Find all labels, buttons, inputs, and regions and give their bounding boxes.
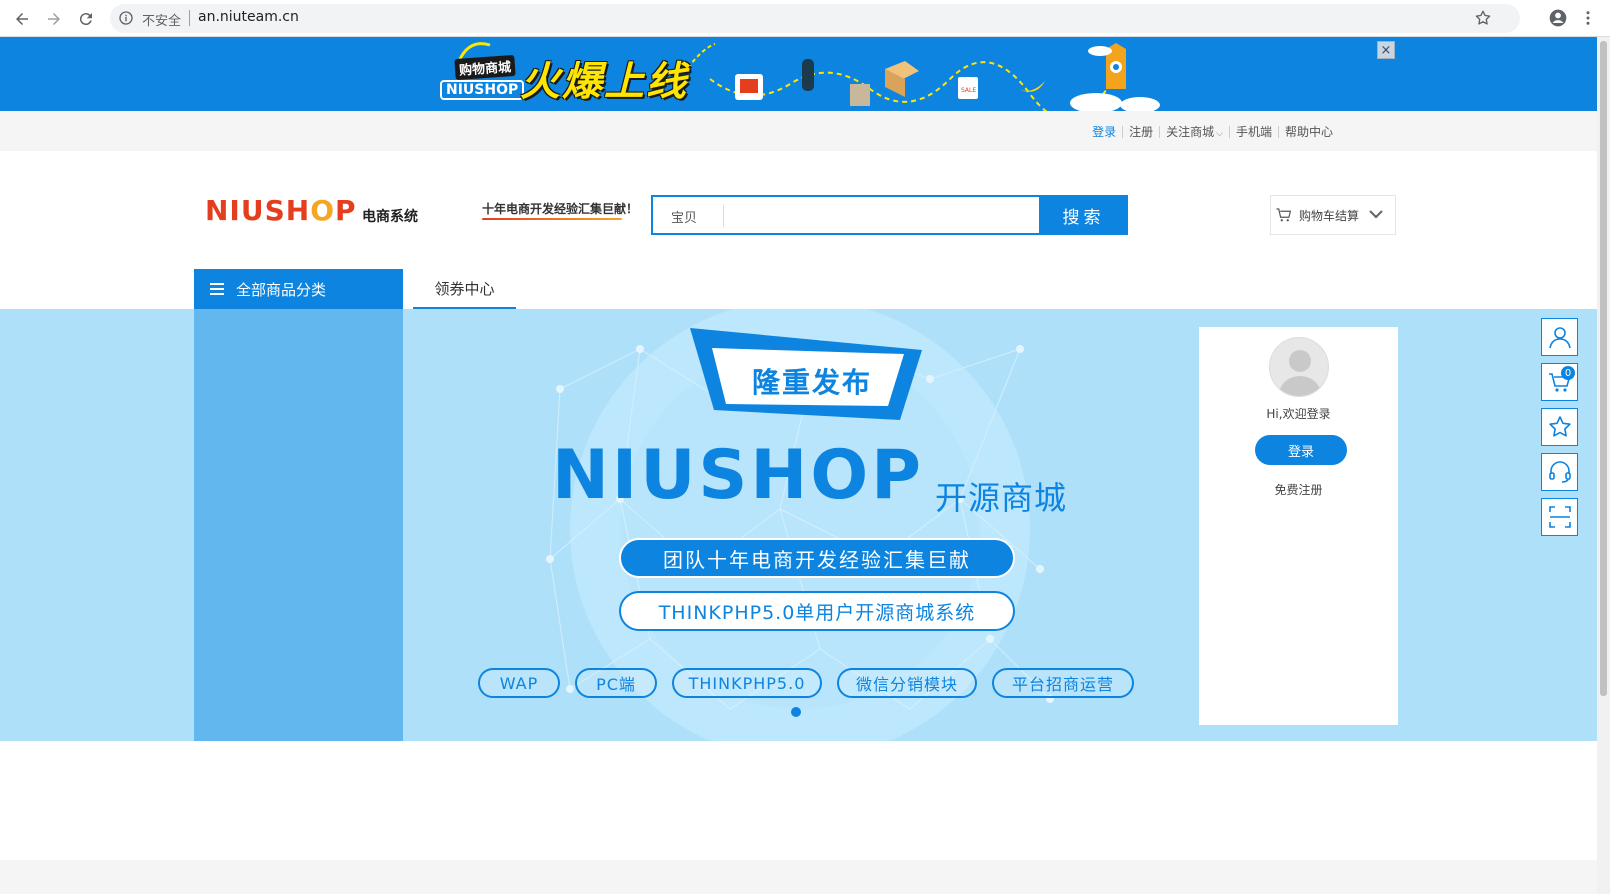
browser-toolbar: 不安全 an.niuteam.cn [0,0,1610,37]
slogan-underline [482,218,622,220]
feature-tag: PC端 [575,668,657,698]
site-logo[interactable]: NIUSHOP [205,194,357,227]
side-user-button[interactable] [1541,318,1578,356]
release-badge-text: 隆重发布 [752,366,873,399]
top-links: 登录 注册 关注商城 ⌵ 手机端 帮助中心 [1086,123,1339,140]
info-icon[interactable] [118,10,134,26]
chevron-down-icon [1367,205,1391,226]
headset-icon [1548,461,1571,483]
feature-tag: WAP [478,668,560,698]
logo-main: NIUSH [205,194,311,227]
footer-strip [0,860,1597,894]
side-service-button[interactable] [1541,453,1578,491]
chevron-down-icon: ⌵ [1216,129,1223,139]
side-cart-button[interactable]: 0 [1541,363,1578,401]
avatar [1269,337,1329,397]
cart-checkout-button[interactable]: 购物车结算 [1270,195,1396,235]
insecure-label: 不安全 [142,14,182,29]
mobile-link[interactable]: 手机端 [1230,123,1278,140]
arrow-left-icon [16,13,28,25]
profile-button[interactable] [1548,8,1568,28]
banner-headline: 火爆上线 [520,59,688,105]
hero-tagline-filled: 团队十年电商开发经验汇集巨献 [619,538,1015,578]
banner-brand-label: NIUSHOP [440,80,525,100]
hero-carousel[interactable]: 隆重发布 NIUSHOP 开源商城 团队十年电商开发经验汇集巨献 THINKPH… [0,309,1597,741]
promo-banner[interactable]: SALE 购物商城 NIUSHOP 火爆上线 × [0,37,1597,111]
category-sidebar-panel [194,309,403,741]
cart-count-badge: 0 [1561,366,1575,380]
svg-text:SALE: SALE [961,87,976,94]
page-viewport: SALE 购物商城 NIUSHOP 火爆上线 × 登录 注册 关注商城 ⌵ 手机端… [0,37,1597,894]
follow-store-link[interactable]: 关注商城 ⌵ [1160,123,1229,140]
hero-brand-subtitle: 开源商城 [935,479,1068,517]
forward-button[interactable] [42,7,66,31]
top-register-link[interactable]: 注册 [1123,123,1159,140]
close-banner-button[interactable]: × [1377,41,1395,59]
logo-subtitle: 电商系统 [362,209,418,225]
logo-p: P [335,194,357,227]
close-icon: × [1380,42,1392,58]
cart-checkout-label: 购物车结算 [1298,208,1359,223]
account-circle-icon [1549,9,1567,27]
hero-brand: NIUSHOP [552,436,924,515]
url-text[interactable]: an.niuteam.cn [198,9,299,25]
reload-button[interactable] [74,7,98,31]
login-card: Hi,欢迎登录 登录 免费注册 [1199,327,1398,725]
browser-menu-button[interactable] [1578,8,1598,28]
scan-icon [1548,506,1571,528]
banner-small-label: 购物商城 [454,54,516,81]
cart-icon [1276,208,1292,222]
free-register-link[interactable]: 免费注册 [1199,481,1398,498]
more-vertical-icon [1586,11,1590,25]
carousel-dot[interactable] [791,707,801,717]
search-divider [723,205,724,227]
user-icon [1548,327,1571,349]
follow-store-label: 关注商城 [1166,125,1215,139]
menu-icon [210,283,224,295]
search-category[interactable]: 宝贝 [671,207,697,226]
welcome-text: Hi,欢迎登录 [1266,407,1331,421]
address-bar[interactable]: 不安全 an.niuteam.cn [110,4,1520,33]
reload-icon [79,13,92,26]
top-login-link[interactable]: 登录 [1086,123,1122,140]
login-button[interactable]: 登录 [1255,435,1347,465]
bookmark-star-icon[interactable] [1474,9,1492,27]
hero-tagline-outline: THINKPHP5.0单用户开源商城系统 [619,591,1015,631]
top-links-bar: 登录 注册 关注商城 ⌵ 手机端 帮助中心 [0,111,1597,151]
all-categories-label: 全部商品分类 [236,280,327,299]
header-slogan: 十年电商开发经验汇集巨献！ [482,202,639,216]
page-scrollbar[interactable] [1597,37,1610,894]
feature-tag: THINKPHP5.0 [672,668,822,698]
user-avatar-icon [1278,350,1322,396]
feature-tag: 微信分销模块 [837,668,977,698]
scrollbar-thumb[interactable] [1600,41,1607,696]
logo-o: O [310,194,335,227]
back-button[interactable] [10,7,34,31]
help-center-link[interactable]: 帮助中心 [1279,123,1339,140]
arrow-right-icon [48,13,60,25]
tab-coupon-center[interactable]: 领券中心 [413,269,516,309]
omnibox-divider [189,10,190,26]
side-favorites-button[interactable] [1541,408,1578,446]
star-icon [1548,416,1571,437]
feature-tag: 平台招商运营 [992,668,1134,698]
all-categories-menu[interactable]: 全部商品分类 [194,269,403,309]
search-button[interactable]: 搜索 [1039,195,1128,235]
search-input[interactable] [731,201,1031,229]
side-scan-button[interactable] [1541,498,1578,536]
